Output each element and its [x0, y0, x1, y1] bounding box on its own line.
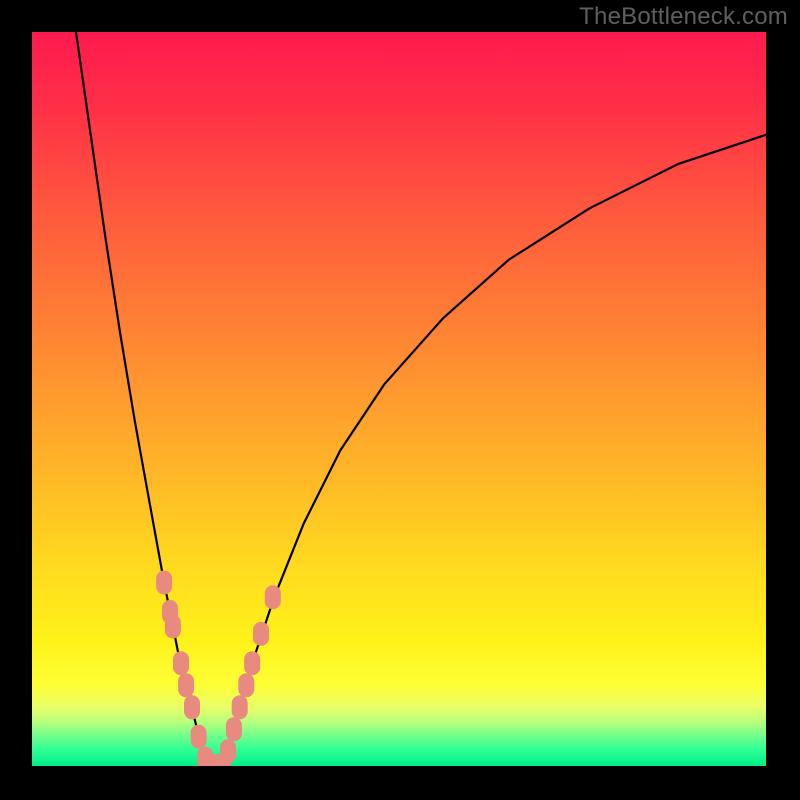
data-marker [191, 725, 207, 749]
data-marker [173, 651, 189, 675]
watermark-text: TheBottleneck.com [579, 3, 788, 31]
data-marker [244, 651, 260, 675]
chart-frame: TheBottleneck.com [0, 0, 800, 800]
chart-svg [32, 32, 766, 766]
markers-group [156, 571, 281, 767]
data-marker [184, 695, 200, 719]
left-curve [76, 32, 208, 766]
data-marker [232, 695, 248, 719]
data-marker [156, 571, 172, 595]
data-marker [220, 739, 236, 763]
plot-area [32, 32, 766, 766]
data-marker [226, 717, 242, 741]
data-marker [238, 673, 254, 697]
data-marker [265, 585, 281, 609]
right-curve [223, 135, 766, 766]
data-marker [165, 615, 181, 639]
data-marker [253, 622, 269, 646]
data-marker [178, 673, 194, 697]
